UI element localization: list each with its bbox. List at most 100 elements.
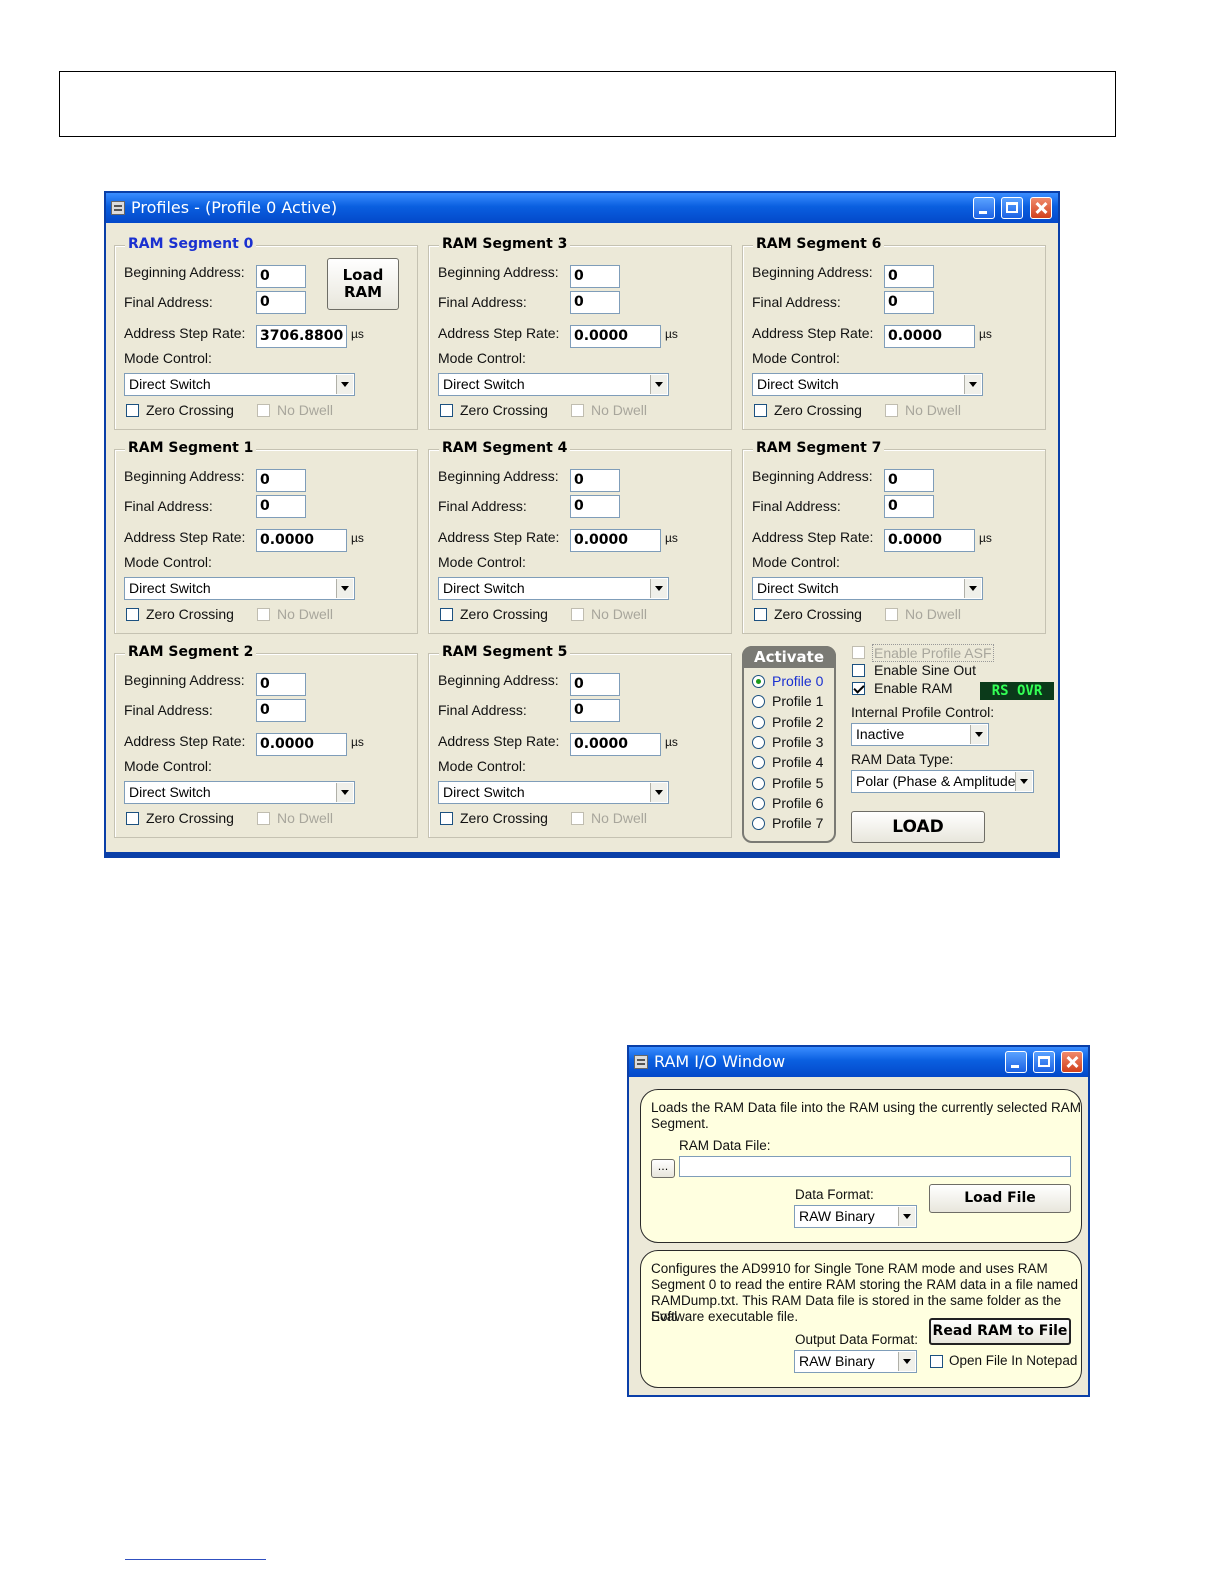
segment-title: RAM Segment 3 [439, 236, 571, 252]
load-button[interactable]: LOAD [851, 811, 985, 843]
zero-crossing-checkbox[interactable] [440, 812, 453, 825]
load-file-button[interactable]: Load File [929, 1184, 1071, 1213]
chevron-down-icon[interactable] [970, 725, 987, 744]
ram-io-title-bar[interactable]: RAM I/O Window [629, 1047, 1088, 1077]
profile-radio-3[interactable] [752, 735, 765, 749]
profile-radio-0[interactable] [752, 675, 765, 688]
step-rate-unit: µs [351, 735, 364, 749]
mode-control-select[interactable]: Direct Switch [752, 373, 983, 396]
beginning-address-input[interactable]: 0 [884, 265, 934, 288]
chevron-down-icon[interactable] [650, 579, 667, 598]
enable-ram-checkbox[interactable] [852, 682, 865, 695]
window-menu-icon[interactable] [111, 201, 125, 215]
minimize-icon[interactable] [973, 197, 995, 219]
window-menu-icon[interactable] [634, 1055, 648, 1069]
address-step-rate-input[interactable]: 0.0000 [570, 529, 661, 552]
mode-control-select[interactable]: Direct Switch [124, 577, 355, 600]
output-data-format-select[interactable]: RAW Binary [794, 1350, 917, 1373]
address-step-rate-input[interactable]: 3706.8800 [256, 325, 347, 348]
data-format-select[interactable]: RAW Binary [794, 1205, 917, 1228]
final-address-input[interactable]: 0 [570, 699, 620, 722]
chevron-down-icon[interactable] [964, 375, 981, 394]
mode-control-select[interactable]: Direct Switch [438, 781, 669, 804]
profile-radio-7[interactable] [752, 817, 765, 831]
chevron-down-icon[interactable] [898, 1207, 915, 1226]
close-icon[interactable] [1030, 197, 1052, 219]
enable-sine-out-checkbox[interactable] [852, 664, 865, 677]
final-address-input[interactable]: 0 [884, 291, 934, 314]
no-dwell-checkbox [257, 812, 270, 825]
zero-crossing-label: Zero Crossing [460, 606, 548, 622]
step-rate-unit: µs [351, 531, 364, 545]
profile-radio-1[interactable] [752, 695, 765, 709]
enable-profile-asf-checkbox [852, 646, 865, 659]
chevron-down-icon[interactable] [650, 375, 667, 394]
maximize-icon[interactable] [1033, 1051, 1055, 1073]
chevron-down-icon[interactable] [898, 1352, 915, 1371]
step-rate-unit: µs [665, 327, 678, 341]
beginning-address-input[interactable]: 0 [256, 673, 306, 696]
browse-button[interactable]: ... [651, 1159, 675, 1178]
mode-control-select[interactable]: Direct Switch [438, 373, 669, 396]
zero-crossing-checkbox[interactable] [126, 404, 139, 417]
profile-radio-6[interactable] [752, 796, 765, 810]
profiles-title-bar[interactable]: Profiles - (Profile 0 Active) [106, 193, 1058, 223]
address-step-rate-input[interactable]: 0.0000 [884, 529, 975, 552]
mode-control-select[interactable]: Direct Switch [752, 577, 983, 600]
beginning-address-input[interactable]: 0 [256, 469, 306, 492]
profile-radio-label-5: Profile 5 [772, 774, 824, 791]
mode-control-select[interactable]: Direct Switch [124, 373, 355, 396]
zero-crossing-checkbox[interactable] [754, 404, 767, 417]
zero-crossing-checkbox[interactable] [440, 404, 453, 417]
internal-profile-control-select[interactable]: Inactive [851, 723, 989, 746]
final-address-input[interactable]: 0 [256, 495, 306, 518]
mode-control-value: Direct Switch [443, 376, 525, 392]
mode-control-select[interactable]: Direct Switch [438, 577, 669, 600]
enable-profile-asf-label: Enable Profile ASF [872, 644, 994, 662]
chevron-down-icon[interactable] [964, 579, 981, 598]
beginning-address-input[interactable]: 0 [256, 265, 306, 288]
zero-crossing-checkbox[interactable] [440, 608, 453, 621]
read-ram-to-file-button[interactable]: Read RAM to File [929, 1318, 1071, 1345]
address-step-rate-input[interactable]: 0.0000 [570, 325, 661, 348]
profile-radio-label-7: Profile 7 [772, 815, 824, 832]
address-step-rate-input[interactable]: 0.0000 [256, 733, 347, 756]
address-step-rate-input[interactable]: 0.0000 [256, 529, 347, 552]
chevron-down-icon[interactable] [336, 375, 353, 394]
zero-crossing-checkbox[interactable] [126, 812, 139, 825]
profile-radio-4[interactable] [752, 756, 765, 770]
ram-segment-group-4: RAM Segment 4 Beginning Address: 0 Final Ad… [428, 440, 732, 634]
chevron-down-icon[interactable] [336, 579, 353, 598]
profile-radio-5[interactable] [752, 776, 765, 790]
mode-control-select[interactable]: Direct Switch [124, 781, 355, 804]
chevron-down-icon[interactable] [650, 783, 667, 802]
ram-data-type-select[interactable]: Polar (Phase & Amplitude) [851, 770, 1034, 793]
final-address-input[interactable]: 0 [884, 495, 934, 518]
final-address-input[interactable]: 0 [256, 699, 306, 722]
address-step-rate-input[interactable]: 0.0000 [570, 733, 661, 756]
ram-data-file-label: RAM Data File: [679, 1138, 771, 1153]
mode-control-value: Direct Switch [443, 580, 525, 596]
beginning-address-input[interactable]: 0 [570, 673, 620, 696]
chevron-down-icon[interactable] [1015, 772, 1032, 791]
no-dwell-checkbox [257, 608, 270, 621]
beginning-address-input[interactable]: 0 [570, 469, 620, 492]
open-in-notepad-checkbox[interactable] [930, 1355, 943, 1368]
profile-radio-label-3: Profile 3 [772, 733, 824, 750]
zero-crossing-checkbox[interactable] [754, 608, 767, 621]
beginning-address-input[interactable]: 0 [884, 469, 934, 492]
zero-crossing-checkbox[interactable] [126, 608, 139, 621]
final-address-input[interactable]: 0 [570, 291, 620, 314]
beginning-address-input[interactable]: 0 [570, 265, 620, 288]
close-icon[interactable] [1061, 1051, 1083, 1073]
final-address-input[interactable]: 0 [256, 291, 306, 314]
maximize-icon[interactable] [1001, 197, 1023, 219]
address-step-rate-input[interactable]: 0.0000 [884, 325, 975, 348]
minimize-icon[interactable] [1005, 1051, 1027, 1073]
final-address-input[interactable]: 0 [570, 495, 620, 518]
ram-data-file-input[interactable] [679, 1156, 1071, 1177]
profile-radio-2[interactable] [752, 715, 765, 729]
load-ram-button[interactable]: Load RAM [327, 258, 399, 310]
address-step-rate-label: Address Step Rate: [438, 529, 560, 545]
chevron-down-icon[interactable] [336, 783, 353, 802]
